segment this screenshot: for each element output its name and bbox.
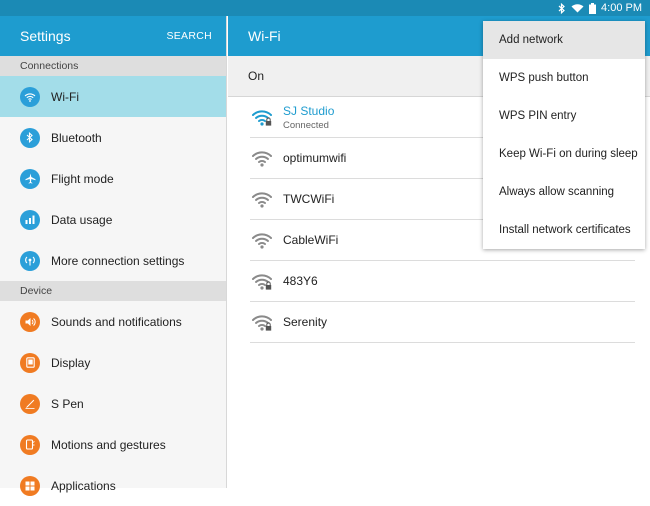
section-header-device: Device [0,281,226,301]
data-usage-icon [20,209,40,230]
wifi-toggle-label: On [248,69,265,83]
menu-item-keep-wifi-on-during-sleep[interactable]: Keep Wi-Fi on during sleep [483,135,645,173]
battery-status-icon [589,2,597,14]
sidebar-item-label: Display [51,355,91,370]
bluetooth-status-icon [558,2,566,14]
network-name: Serenity [283,315,328,329]
speaker-icon [20,311,40,332]
wifi-status-icon [571,3,584,13]
status-bar: 4:00 PM [0,0,650,16]
network-name: TWCWiFi [283,192,335,206]
page-title: Wi-Fi [248,28,281,44]
sidebar-item-label: Flight mode [51,171,114,186]
sidebar-item-flight-mode[interactable]: Flight mode [0,158,226,199]
lock-icon [265,117,272,126]
settings-pane: Settings SEARCH Connections Wi-Fi Blueto… [0,16,227,496]
sidebar-item-label: Wi-Fi [51,89,79,104]
apps-icon [20,475,40,496]
menu-item-install-network-certificates[interactable]: Install network certificates [483,211,645,249]
network-text: SJ Studio Connected [283,104,334,131]
network-text: TWCWiFi [283,192,334,206]
section-header-connections: Connections [0,56,226,76]
network-text: Serenity [283,315,327,329]
menu-item-add-network[interactable]: Add network [483,21,645,59]
sidebar-item-label: Motions and gestures [51,437,166,452]
sidebar-item-motions-and-gestures[interactable]: Motions and gestures [0,424,226,465]
sidebar-item-label: Sounds and notifications [51,314,182,329]
wifi-secured-icon [250,107,274,127]
overflow-menu: Add network WPS push button WPS PIN entry K… [483,21,645,249]
network-name: CableWiFi [283,233,339,247]
status-time: 4:00 PM [601,2,642,14]
sidebar-item-label: Applications [51,478,116,493]
menu-item-always-allow-scanning[interactable]: Always allow scanning [483,173,645,211]
wifi-secured-icon [250,271,274,291]
menu-item-wps-pin-entry[interactable]: WPS PIN entry [483,97,645,135]
gesture-icon [20,434,40,455]
display-icon [20,352,40,373]
sidebar-item-label: Data usage [51,212,113,227]
pen-icon [20,393,40,414]
wifi-secured-icon [250,312,274,332]
network-name: SJ Studio [283,103,335,118]
sidebar-item-sounds-and-notifications[interactable]: Sounds and notifications [0,301,226,342]
sidebar-item-s-pen[interactable]: S Pen [0,383,226,424]
network-status: Connected [283,119,329,131]
network-text: CableWiFi [283,233,338,247]
sidebar-item-label: More connection settings [51,253,185,268]
wifi-icon [20,86,40,107]
settings-title: Settings [20,28,71,44]
sidebar-item-data-usage[interactable]: Data usage [0,199,226,240]
wifi-signal-icon [250,148,274,168]
airplane-icon [20,168,40,189]
settings-header: Settings SEARCH [0,16,226,56]
lock-icon [265,281,272,290]
network-text: 483Y6 [283,274,318,288]
network-item[interactable]: Serenity [250,302,635,343]
network-text: optimumwifi [283,151,346,165]
network-name: 483Y6 [283,274,318,288]
wifi-signal-icon [250,230,274,250]
wifi-signal-icon [250,189,274,209]
sidebar-item-bluetooth[interactable]: Bluetooth [0,117,226,158]
search-button[interactable]: SEARCH [166,30,212,42]
lock-icon [265,322,272,331]
sidebar-item-applications[interactable]: Applications [0,465,226,506]
network-item[interactable]: 483Y6 [250,261,635,302]
more-connection-icon [20,250,40,271]
network-name: optimumwifi [283,151,347,165]
sidebar-item-more-connection-settings[interactable]: More connection settings [0,240,226,281]
sidebar-item-display[interactable]: Display [0,342,226,383]
bluetooth-icon [20,127,40,148]
menu-item-wps-push-button[interactable]: WPS push button [483,59,645,97]
sidebar-item-label: Bluetooth [51,130,102,145]
sidebar-item-wifi[interactable]: Wi-Fi [0,76,226,117]
sidebar-item-label: S Pen [51,396,84,411]
